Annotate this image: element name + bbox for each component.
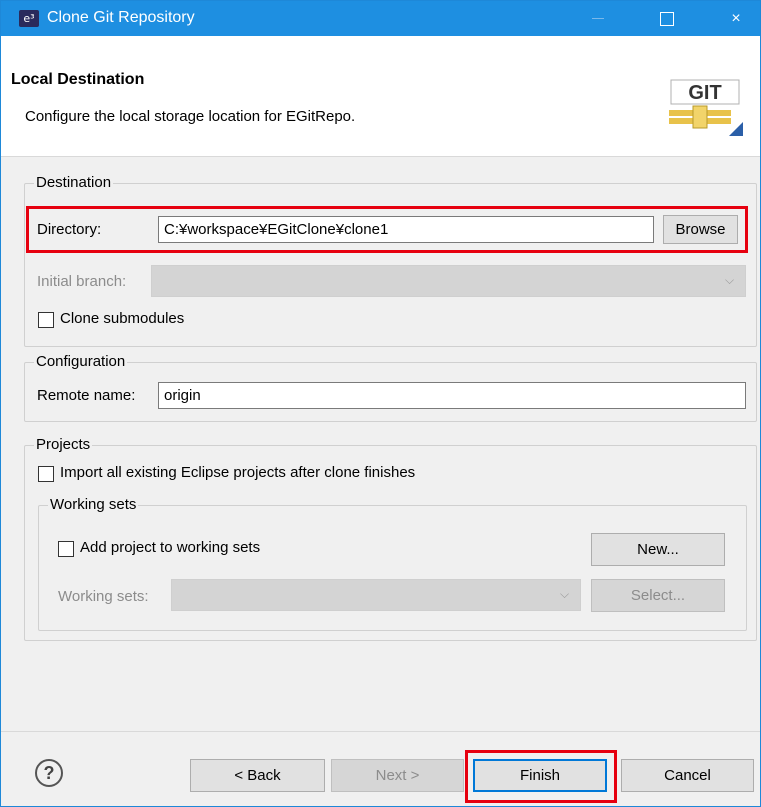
eclipse-icon: e³ <box>19 10 39 27</box>
footer-divider <box>1 731 760 732</box>
title-bar[interactable]: e³ Clone Git Repository × <box>1 1 760 36</box>
chevron-down-icon: ⌵ <box>725 273 735 287</box>
close-button[interactable]: × <box>713 1 759 36</box>
working-sets-group <box>38 505 747 631</box>
clone-submodules-label: Clone submodules <box>60 310 185 327</box>
close-icon: × <box>731 10 741 27</box>
initial-branch-combo[interactable]: ⌵ <box>151 265 746 297</box>
configuration-group-label: Configuration <box>34 353 128 370</box>
back-button[interactable]: < Back <box>190 759 325 792</box>
import-projects-label: Import all existing Eclipse projects aft… <box>60 464 416 481</box>
projects-group-label: Projects <box>34 436 93 453</box>
git-logo-text: GIT <box>688 82 721 104</box>
page-description: Configure the local storage location for… <box>25 108 356 125</box>
import-projects-checkbox[interactable] <box>38 466 54 482</box>
finish-highlight <box>465 750 617 803</box>
wizard-header: Local Destination Configure the local st… <box>1 36 760 157</box>
initial-branch-label: Initial branch: <box>37 273 127 290</box>
help-icon[interactable]: ? <box>35 759 63 787</box>
destination-group-label: Destination <box>34 174 114 191</box>
maximize-button[interactable] <box>643 1 689 36</box>
add-to-working-sets-checkbox[interactable] <box>58 541 74 557</box>
minimize-button[interactable] <box>575 1 621 36</box>
window-title: Clone Git Repository <box>47 9 195 26</box>
select-working-sets-button[interactable]: Select... <box>591 579 725 612</box>
working-sets-combo-label: Working sets: <box>58 588 149 605</box>
chevron-down-icon: ⌵ <box>560 587 570 601</box>
working-sets-combo[interactable]: ⌵ <box>171 579 581 611</box>
minimize-icon <box>592 18 604 19</box>
directory-highlight <box>26 206 748 253</box>
remote-name-input[interactable]: origin <box>158 382 746 409</box>
cancel-button[interactable]: Cancel <box>621 759 754 792</box>
page-title: Local Destination <box>11 71 145 88</box>
add-to-working-sets-label: Add project to working sets <box>80 539 261 556</box>
working-sets-group-label: Working sets <box>48 496 139 513</box>
new-working-set-button[interactable]: New... <box>591 533 725 566</box>
clone-git-repository-dialog: e³ Clone Git Repository × Local Destinat… <box>0 0 761 807</box>
git-logo-icon: GIT <box>669 79 743 136</box>
clone-submodules-checkbox[interactable] <box>38 312 54 328</box>
next-button[interactable]: Next > <box>331 759 464 792</box>
maximize-icon <box>660 12 674 26</box>
remote-name-label: Remote name: <box>37 387 136 404</box>
